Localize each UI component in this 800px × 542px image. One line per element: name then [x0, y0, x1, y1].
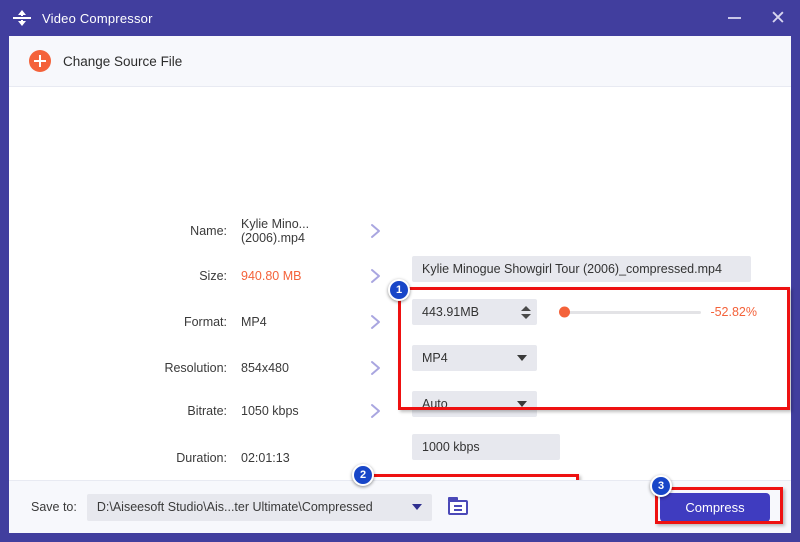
slider-track[interactable]	[559, 306, 701, 318]
slider-knob[interactable]	[559, 306, 570, 318]
video-compressor-window: Video Compressor ✕ Change Source File Na…	[0, 0, 800, 542]
output-bitrate-value: 1000 kbps	[422, 440, 480, 454]
step-badge-2: 2	[352, 464, 374, 486]
output-format-select[interactable]: MP4	[412, 345, 537, 371]
close-icon[interactable]: ✕	[756, 0, 800, 36]
row-resolution: Resolution: 854x480	[9, 355, 791, 381]
chevron-down-icon[interactable]	[517, 355, 527, 361]
row-value-bitrate: 1050 kbps	[241, 404, 299, 418]
chevron-right-icon	[359, 314, 393, 330]
row-label-size: Size:	[199, 269, 227, 283]
bottom-bar: Save to: D:\Aiseesoft Studio\Ais...ter U…	[9, 480, 791, 533]
output-size-value: 443.91MB	[422, 305, 479, 319]
output-resolution-select[interactable]: Auto	[412, 391, 537, 417]
change-source-file-label: Change Source File	[63, 53, 183, 69]
row-label-resolution: Resolution:	[164, 361, 227, 375]
row-label-name: Name:	[190, 224, 227, 238]
row-label-bitrate: Bitrate:	[187, 404, 227, 418]
chevron-right-icon	[359, 403, 393, 419]
save-to-label: Save to:	[31, 500, 77, 514]
output-resolution-value: Auto	[422, 397, 448, 411]
row-label-format: Format:	[183, 315, 227, 329]
window-controls: ✕	[712, 0, 800, 36]
compression-slider[interactable]: -52.82%	[559, 299, 757, 325]
row-label-duration: Duration:	[176, 451, 227, 465]
row-value-duration: 02:01:13	[241, 451, 290, 465]
row-bitrate: Bitrate: 1050 kbps	[9, 398, 791, 424]
output-size-stepper[interactable]: 443.91MB	[412, 299, 537, 325]
settings-panel: Name: Kylie Mino...(2006).mp4 Size: 940.…	[9, 87, 791, 518]
row-duration: Duration: 02:01:13	[9, 445, 791, 471]
output-bitrate-input[interactable]: 1000 kbps	[412, 434, 560, 460]
change-source-file-bar[interactable]: Change Source File	[9, 36, 791, 87]
output-format-value: MP4	[422, 351, 448, 365]
chevron-right-icon	[359, 223, 393, 239]
compress-icon	[12, 8, 32, 28]
row-value-size: 940.80 MB	[241, 269, 302, 283]
compression-percent: -52.82%	[710, 305, 757, 319]
window-body: Change Source File Name: Kylie Mino...(2…	[9, 36, 791, 533]
chevron-down-icon[interactable]	[517, 401, 527, 407]
row-name: Name: Kylie Mino...(2006).mp4	[9, 217, 791, 245]
output-name-value: Kylie Minogue Showgirl Tour (2006)_compr…	[422, 262, 722, 276]
step-badge-3: 3	[650, 475, 672, 497]
chevron-right-icon	[359, 360, 393, 376]
window-title: Video Compressor	[42, 10, 153, 26]
output-name-input[interactable]: Kylie Minogue Showgirl Tour (2006)_compr…	[412, 256, 751, 282]
minimize-button[interactable]	[712, 0, 756, 36]
compress-button[interactable]: Compress	[660, 492, 770, 522]
row-value-format: MP4	[241, 315, 267, 329]
title-bar: Video Compressor ✕	[0, 0, 800, 36]
plus-circle-icon[interactable]	[29, 50, 51, 72]
chevron-down-icon[interactable]	[411, 504, 422, 510]
row-value-resolution: 854x480	[241, 361, 289, 375]
save-path-select[interactable]: D:\Aiseesoft Studio\Ais...ter Ultimate\C…	[86, 493, 432, 521]
row-value-name: Kylie Mino...(2006).mp4	[241, 217, 310, 245]
spinner-arrows-icon[interactable]	[519, 305, 533, 319]
folder-icon[interactable]	[447, 497, 471, 517]
step-badge-1: 1	[388, 279, 410, 301]
save-path-value: D:\Aiseesoft Studio\Ais...ter Ultimate\C…	[96, 500, 373, 514]
chevron-right-icon	[359, 268, 393, 284]
